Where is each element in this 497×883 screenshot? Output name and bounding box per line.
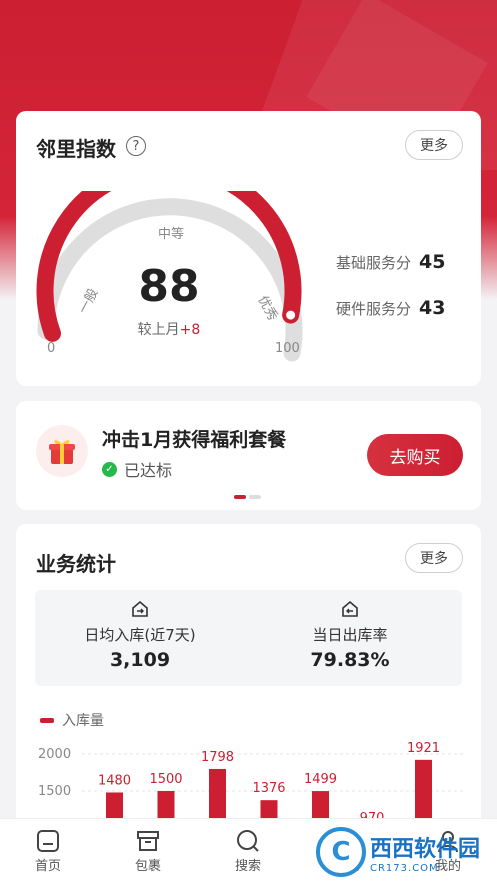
check-circle-icon: ✓ [102,461,117,477]
help-icon[interactable]: ? [126,136,146,156]
stat-label: 硬件服务分 [336,300,412,318]
kpi-label: 当日出库率 [312,626,388,644]
bar-value-label: 1376 [252,781,285,796]
promo-status-text: 已达标 [124,461,173,480]
tab-home[interactable]: 首页 [13,827,83,874]
watermark-sub: CR173.COM [370,862,439,874]
home-icon [13,827,83,855]
stat-hardware-service: 硬件服务分 43 [336,297,445,319]
outbound-icon [250,600,450,620]
inbound-icon [40,600,240,620]
legend-swatch [40,717,54,723]
tab-label: 包裹 [134,859,161,874]
compare-delta: +8 [179,322,201,338]
y-tick-label: 1500 [38,784,71,799]
kpi-daily-inbound[interactable]: 日均入库(近7天) 3,109 [40,600,240,671]
carousel-dots[interactable] [234,495,261,499]
compare-label: 较上月 [137,322,180,338]
watermark-logo-icon: C [316,827,366,877]
bar-value-label: 1480 [98,773,131,788]
gift-box-graphic [49,440,75,464]
business-more-button[interactable]: 更多 [405,543,463,573]
chart-legend: 入库量 [40,710,104,730]
business-stats-card: 业务统计 更多 日均入库(近7天) 3,109 当日出库率 79.83% 入库量… [16,524,481,844]
gauge-level-mid: 中等 [158,227,185,242]
bar-value-label: 1499 [304,772,337,787]
kpi-outbound-rate[interactable]: 当日出库率 79.83% [250,600,450,671]
legend-label: 入库量 [62,713,104,729]
gauge-min: 0 [47,341,56,356]
site-watermark: C 西西软件园 CR173.COM [316,826,491,878]
tab-search[interactable]: 搜索 [213,827,283,874]
index-more-button[interactable]: 更多 [405,130,463,160]
bar-value-label: 1921 [407,741,440,756]
promo-status: ✓ 已达标 [102,457,172,481]
bar-value-label: 1500 [149,772,182,787]
tab-label: 搜索 [234,859,261,874]
bar-value-label: 1798 [201,750,234,765]
package-icon [113,827,183,855]
gauge-max: 100 [275,341,300,356]
carousel-dot[interactable] [249,495,261,499]
gift-icon [36,425,88,477]
index-card: 邻里指数 ? 更多 一般 中等 优秀 88 较上月+8 0 100 基础服务分 … [16,111,481,386]
stat-basic-service: 基础服务分 45 [336,251,445,273]
watermark-main: 西西软件园 [370,836,481,862]
gauge-knob [283,307,299,323]
buy-button[interactable]: 去购买 [367,434,463,476]
business-stats-title: 业务统计 [36,552,116,576]
month-compare: 较上月+8 [114,319,224,339]
index-score: 88 [138,261,200,312]
kpi-value: 79.83% [310,649,390,671]
stat-value: 45 [419,251,446,273]
kpi-summary: 日均入库(近7天) 3,109 当日出库率 79.83% [35,590,462,686]
search-icon [213,827,283,855]
tab-label: 首页 [34,859,61,874]
tab-package[interactable]: 包裹 [113,827,183,874]
index-card-title: 邻里指数 [36,137,116,161]
y-tick-label: 2000 [38,747,71,762]
watermark-text: 西西软件园 CR173.COM [370,831,480,874]
kpi-value: 3,109 [109,649,171,671]
stat-label: 基础服务分 [336,254,412,272]
carousel-dot-active[interactable] [234,495,246,499]
promo-card[interactable]: 冲击1月获得福利套餐 ✓ 已达标 去购买 [16,401,481,510]
stat-value: 43 [419,297,446,319]
kpi-label: 日均入库(近7天) [84,626,196,644]
promo-title: 冲击1月获得福利套餐 [102,429,287,451]
